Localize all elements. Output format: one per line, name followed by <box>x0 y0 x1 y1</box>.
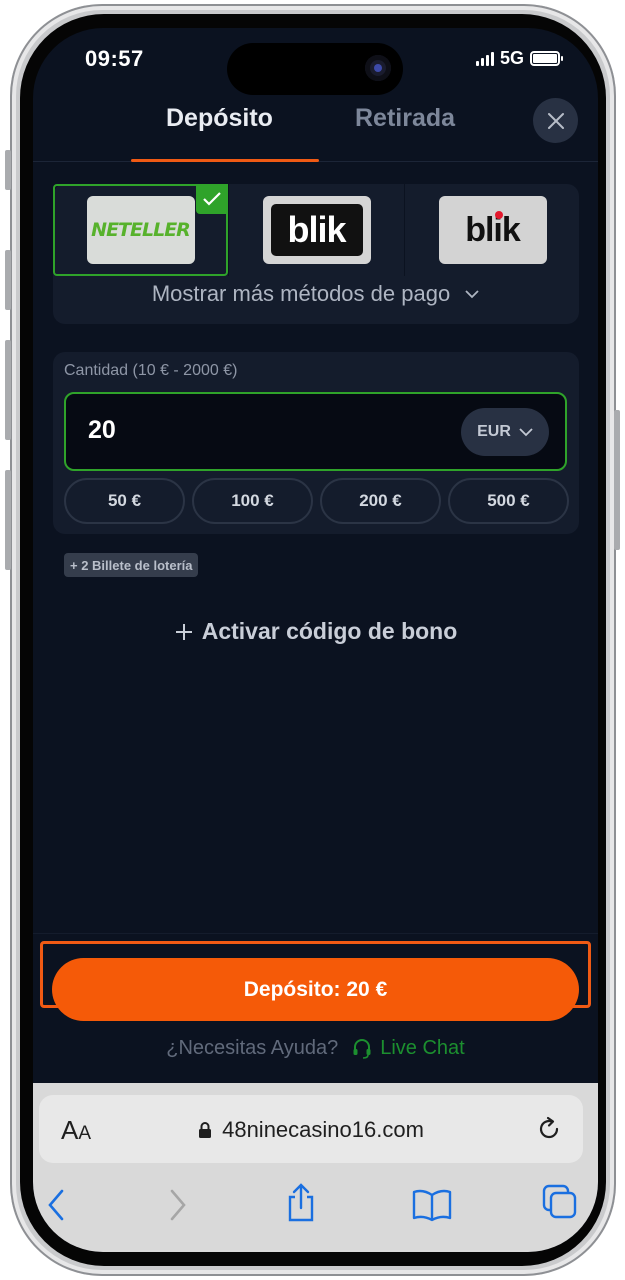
dynamic-island <box>227 43 403 95</box>
currency-select[interactable]: EUR <box>461 408 549 456</box>
mute-switch <box>5 150 11 190</box>
live-chat-link[interactable]: Live Chat <box>352 1037 465 1060</box>
chevron-right-icon <box>170 1189 186 1221</box>
screen: 09:57 5G Depósito Retirada NETELLER blik <box>33 28 598 1252</box>
share-icon <box>288 1183 314 1222</box>
chevron-down-icon <box>519 427 533 436</box>
preset-100[interactable]: 100 € <box>192 478 313 524</box>
tab-deposito[interactable]: Depósito <box>166 104 273 133</box>
tab-retirada[interactable]: Retirada <box>355 104 455 133</box>
payment-methods-panel: NETELLER blik blik Mostrar más métodos d… <box>53 184 579 324</box>
browser-toolbar: AA 48ninecasino16.com <box>33 1083 598 1252</box>
blik-logo: blik <box>438 196 547 264</box>
volume-down-button <box>5 340 11 440</box>
currency-label: EUR <box>477 423 511 440</box>
book-icon <box>412 1189 452 1222</box>
live-chat-label: Live Chat <box>380 1037 465 1059</box>
power-button <box>614 410 620 550</box>
deposit-footer: Depósito: 20 € ¿Necesitas Ayuda? Live Ch… <box>33 933 598 1083</box>
status-time: 09:57 <box>85 46 144 71</box>
payment-method-blik-2[interactable]: blik <box>405 184 580 276</box>
amount-input[interactable]: 20 EUR <box>64 392 567 471</box>
payment-method-blik-1[interactable]: blik <box>229 184 404 276</box>
deposit-button[interactable]: Depósito: 20 € <box>52 958 579 1021</box>
url-display: 48ninecasino16.com <box>39 1117 583 1143</box>
tabs-icon <box>542 1184 577 1219</box>
amount-presets: 50 € 100 € 200 € 500 € <box>64 478 569 524</box>
preset-50[interactable]: 50 € <box>64 478 185 524</box>
preset-500[interactable]: 500 € <box>448 478 569 524</box>
chevron-left-icon <box>48 1189 64 1221</box>
share-button[interactable] <box>285 1183 317 1228</box>
amount-panel: Cantidad (10 € - 2000 €) 20 EUR 50 € 100… <box>53 352 579 534</box>
blik-logo-text: blik <box>287 209 346 250</box>
forward-button[interactable] <box>165 1187 189 1228</box>
camera-icon <box>365 55 391 81</box>
network-type: 5G <box>499 48 524 68</box>
url-text: 48ninecasino16.com <box>222 1117 424 1142</box>
selected-check-icon <box>196 184 228 214</box>
reload-icon <box>539 1116 559 1139</box>
tabs-button[interactable] <box>541 1183 579 1226</box>
payment-method-neteller[interactable]: NETELLER <box>53 184 228 276</box>
chevron-down-icon <box>465 290 479 299</box>
active-tab-indicator <box>131 159 319 162</box>
status-indicators: 5G <box>475 48 563 69</box>
activate-bonus-code-button[interactable]: Activar código de bono <box>33 618 598 645</box>
lock-icon <box>199 1122 212 1138</box>
battery-icon <box>530 51 563 66</box>
amount-label: Cantidad (10 € - 2000 €) <box>64 362 238 379</box>
help-question: ¿Necesitas Ayuda? <box>166 1037 339 1059</box>
show-more-methods-button[interactable]: Mostrar más métodos de pago <box>53 281 579 307</box>
blik-logo: blik <box>262 196 371 264</box>
tab-bar: Depósito Retirada <box>33 92 598 162</box>
close-button[interactable] <box>533 98 578 143</box>
reload-button[interactable] <box>535 1115 563 1148</box>
preset-200[interactable]: 200 € <box>320 478 441 524</box>
show-more-label: Mostrar más métodos de pago <box>151 281 451 306</box>
plus-icon <box>175 623 192 640</box>
address-bar[interactable]: AA 48ninecasino16.com <box>39 1095 583 1163</box>
browser-nav <box>33 1181 598 1237</box>
close-icon <box>547 112 564 129</box>
neteller-logo: NETELLER <box>86 196 195 264</box>
headset-icon <box>353 1038 371 1059</box>
back-button[interactable] <box>45 1187 69 1228</box>
volume-up-button <box>5 250 11 310</box>
bookmarks-button[interactable] <box>411 1187 453 1228</box>
help-row: ¿Necesitas Ayuda? Live Chat <box>33 1037 598 1060</box>
action-button <box>5 470 11 570</box>
bonus-label: Activar código de bono <box>201 618 458 644</box>
signal-icon <box>475 51 494 66</box>
lottery-badge: + 2 Billete de lotería <box>64 553 199 577</box>
amount-value: 20 <box>88 416 116 444</box>
blik-logo-text: blik <box>465 210 521 249</box>
